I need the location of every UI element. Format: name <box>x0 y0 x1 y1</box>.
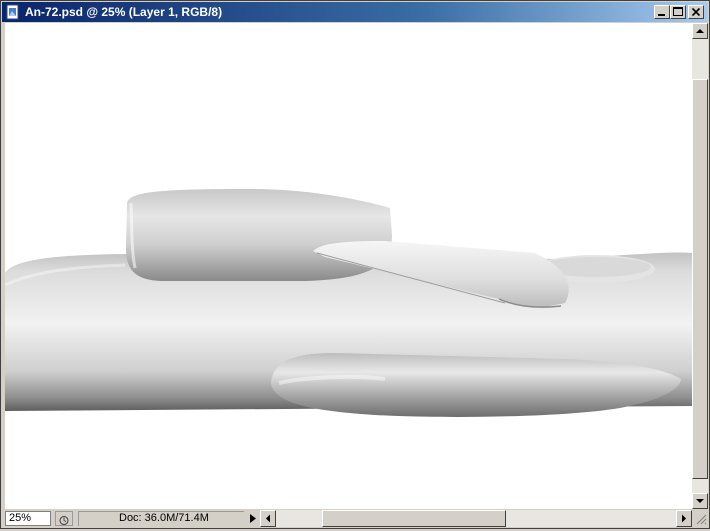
minimize-button[interactable] <box>654 5 670 19</box>
title-bar[interactable]: An-72.psd @ 25% (Layer 1, RGB/8) <box>2 2 708 22</box>
vertical-scrollbar[interactable] <box>692 23 708 509</box>
scroll-down-button[interactable] <box>692 493 708 509</box>
zoom-level-field[interactable]: 25% <box>5 511 51 526</box>
minimize-icon <box>658 14 665 16</box>
vertical-scroll-thumb[interactable] <box>692 79 708 479</box>
scroll-up-button[interactable] <box>692 23 708 39</box>
image-canvas[interactable] <box>5 23 692 509</box>
horizontal-scroll-thumb[interactable] <box>322 510 506 527</box>
photoshop-document-icon[interactable] <box>5 4 21 20</box>
maximize-icon <box>673 7 683 16</box>
document-window: An-72.psd @ 25% (Layer 1, RGB/8) 25% Doc… <box>0 0 710 529</box>
scroll-left-button[interactable] <box>260 510 276 527</box>
document-size-info: Doc: 36.0M/71.4M <box>78 511 244 526</box>
scroll-right-button[interactable] <box>676 510 692 527</box>
triangle-right-icon <box>250 514 256 523</box>
close-icon <box>691 7 701 17</box>
window-title: An-72.psd @ 25% (Layer 1, RGB/8) <box>25 5 223 19</box>
close-button[interactable] <box>688 5 704 19</box>
arrow-left-icon <box>266 514 270 523</box>
aircraft-render-image <box>5 189 692 417</box>
status-bar: 25% Doc: 36.0M/71.4M <box>2 510 708 527</box>
status-menu-icon[interactable] <box>55 511 73 526</box>
resize-grip[interactable] <box>692 510 708 527</box>
arrow-right-icon <box>682 514 686 523</box>
status-menu-arrow[interactable] <box>246 511 260 526</box>
maximize-button[interactable] <box>670 5 686 19</box>
arrow-down-icon <box>696 499 704 503</box>
horizontal-scrollbar[interactable] <box>260 510 692 527</box>
arrow-up-icon <box>696 29 704 33</box>
